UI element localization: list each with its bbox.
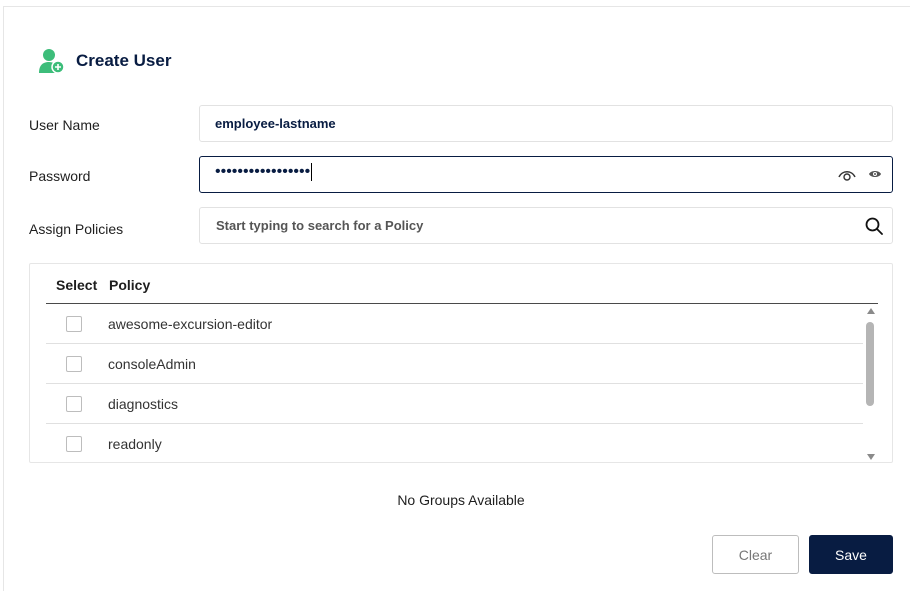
policy-column-header: Policy bbox=[109, 277, 151, 293]
policy-name: diagnostics bbox=[108, 396, 179, 412]
modal-header: Create User bbox=[38, 47, 171, 75]
username-value: employee-lastname bbox=[215, 116, 336, 131]
save-button[interactable]: Save bbox=[809, 535, 893, 574]
show-password-icon[interactable] bbox=[868, 167, 882, 181]
clear-button[interactable]: Clear bbox=[712, 535, 799, 574]
password-value: ••••••••••••••••• bbox=[215, 163, 313, 181]
table-row[interactable]: consoleAdmin bbox=[46, 344, 863, 384]
policy-name: readonly bbox=[108, 436, 162, 452]
no-groups-message: No Groups Available bbox=[397, 492, 525, 508]
policy-checkbox[interactable] bbox=[66, 436, 82, 452]
policy-checkbox[interactable] bbox=[66, 356, 82, 372]
scroll-up-icon[interactable] bbox=[867, 308, 875, 314]
policy-name: awesome-excursion-editor bbox=[108, 316, 273, 332]
policy-name: consoleAdmin bbox=[108, 356, 196, 372]
policy-table-header: Select Policy bbox=[46, 276, 878, 304]
password-field[interactable]: ••••••••••••••••• bbox=[199, 156, 893, 193]
policy-search-input[interactable]: Start typing to search for a Policy bbox=[199, 207, 893, 244]
scroll-down-icon[interactable] bbox=[867, 454, 875, 460]
policy-checkbox[interactable] bbox=[66, 396, 82, 412]
page-title: Create User bbox=[76, 51, 172, 70]
search-icon[interactable] bbox=[865, 217, 883, 235]
add-user-icon bbox=[39, 49, 65, 74]
policy-list: Select Policy awesome-excursion-editor c… bbox=[29, 263, 893, 463]
eye-open-icon[interactable] bbox=[838, 167, 856, 183]
select-column-header: Select bbox=[56, 277, 98, 293]
table-row[interactable]: diagnostics bbox=[46, 384, 863, 424]
username-field[interactable]: employee-lastname bbox=[199, 105, 893, 142]
table-row[interactable]: awesome-excursion-editor bbox=[46, 304, 863, 344]
scrollbar-thumb[interactable] bbox=[866, 322, 874, 406]
text-caret bbox=[311, 163, 313, 181]
password-label: Password bbox=[29, 168, 91, 184]
scrollbar[interactable] bbox=[865, 308, 877, 460]
policy-checkbox[interactable] bbox=[66, 316, 82, 332]
username-label: User Name bbox=[29, 117, 100, 133]
table-row[interactable]: readonly bbox=[46, 424, 863, 464]
policy-search-placeholder: Start typing to search for a Policy bbox=[216, 218, 424, 233]
assign-policies-label: Assign Policies bbox=[29, 221, 124, 237]
